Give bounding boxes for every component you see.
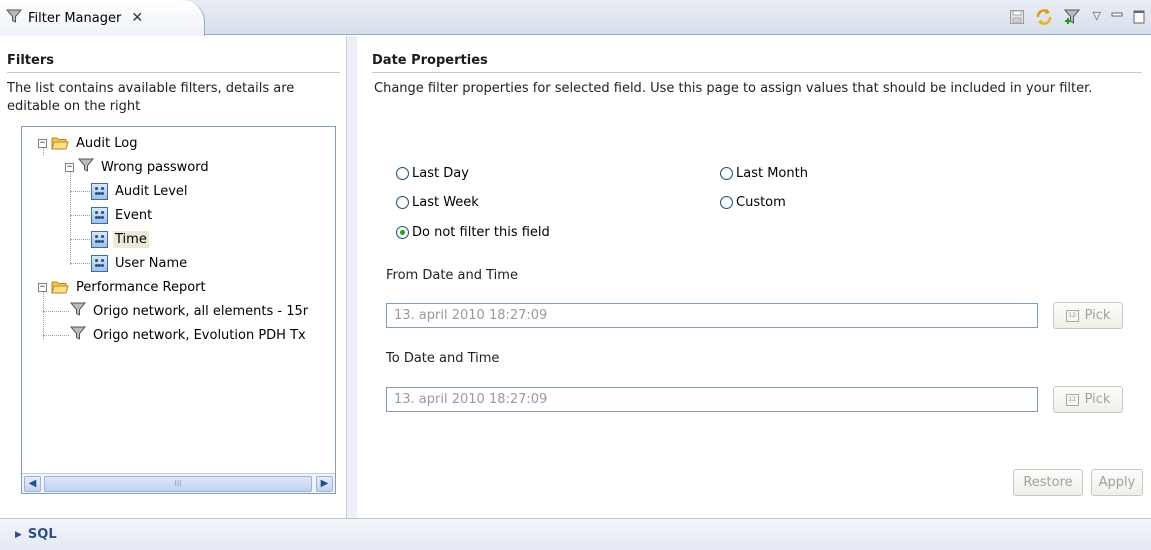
radio-custom[interactable]: Custom <box>720 195 786 210</box>
tree-node-origo-all-elements[interactable]: Origo network, all elements - 15r <box>69 301 310 321</box>
restore-button[interactable]: Restore <box>1013 469 1083 496</box>
collapse-icon[interactable]: − <box>65 162 74 172</box>
radio-circle <box>720 167 733 180</box>
tree-node-performance-report[interactable]: − Performance Report <box>38 277 208 297</box>
radio-label: Last Month <box>736 166 808 181</box>
tree-horizontal-scrollbar[interactable]: ◀ III ▶ <box>22 473 335 493</box>
funnel-icon <box>69 325 87 345</box>
from-pick-button[interactable]: 12 Pick <box>1053 302 1123 329</box>
tree-node-label: Wrong password <box>101 159 209 175</box>
funnel-icon <box>69 301 87 321</box>
date-properties-description: Change filter properties for selected fi… <box>374 81 1093 96</box>
funnel-icon <box>5 8 23 28</box>
radio-circle <box>396 167 409 180</box>
field-icon <box>91 230 108 248</box>
filters-description-line1: The list contains available filters, det… <box>7 81 295 96</box>
view-tab-bar: Filter Manager ✕ ▽ <box>0 0 1151 36</box>
tree-node-wrong-password[interactable]: − Wrong password <box>65 157 211 177</box>
radio-circle <box>720 196 733 209</box>
tree-node-label: Audit Level <box>115 183 188 199</box>
pick-label: Pick <box>1084 392 1111 407</box>
radio-label: Do not filter this field <box>412 225 550 240</box>
filter-tree[interactable]: − Audit Log − Wrong password Audit Level… <box>21 126 336 494</box>
tree-node-time[interactable]: Time <box>91 229 149 249</box>
pane-splitter[interactable] <box>347 36 357 518</box>
tree-node-label: User Name <box>115 255 188 271</box>
from-date-label: From Date and Time <box>386 268 518 283</box>
sql-section-bar: ▶ SQL <box>0 518 1151 550</box>
sql-toggle[interactable]: ▶ SQL <box>15 527 57 542</box>
view-menu-icon[interactable]: ▽ <box>1093 9 1101 22</box>
maximize-icon[interactable] <box>1133 10 1145 28</box>
field-icon <box>91 206 108 224</box>
date-properties-divider <box>372 72 1142 73</box>
radio-last-day[interactable]: Last Day <box>396 166 469 181</box>
to-date-label: To Date and Time <box>386 351 500 366</box>
field-icon <box>91 254 108 272</box>
radio-label: Last Week <box>412 195 479 210</box>
radio-circle-selected <box>396 226 409 239</box>
filters-title: Filters <box>7 53 54 68</box>
expand-arrow-icon: ▶ <box>15 529 22 540</box>
to-pick-button[interactable]: 12 Pick <box>1053 386 1123 413</box>
tree-connector <box>43 311 69 312</box>
sql-label: SQL <box>27 527 57 542</box>
filters-divider <box>7 72 340 73</box>
date-properties-title: Date Properties <box>372 53 488 68</box>
radio-last-week[interactable]: Last Week <box>396 195 479 210</box>
tree-connector <box>70 239 90 240</box>
scroll-right-icon[interactable]: ▶ <box>316 476 333 492</box>
refresh-icon[interactable] <box>1035 8 1053 30</box>
tree-connector <box>70 215 90 216</box>
tree-node-audit-log[interactable]: − Audit Log <box>38 133 139 153</box>
tree-node-label: Time <box>113 230 149 248</box>
calendar-icon: 12 <box>1065 309 1079 322</box>
filters-description-line2: editable on the right <box>7 99 141 114</box>
tree-node-label: Performance Report <box>76 279 206 295</box>
scroll-left-icon[interactable]: ◀ <box>24 476 41 492</box>
from-date-input[interactable] <box>386 303 1038 328</box>
tree-connector <box>70 263 90 264</box>
save-icon[interactable] <box>1009 9 1025 29</box>
tree-node-label: Origo network, all elements - 15r <box>93 303 309 319</box>
tree-node-origo-evolution-pdh[interactable]: Origo network, Evolution PDH Tx <box>69 325 308 345</box>
folder-icon <box>51 136 69 150</box>
tab-title: Filter Manager <box>28 10 122 26</box>
tree-connector <box>70 191 90 192</box>
minimize-icon[interactable] <box>1111 11 1123 27</box>
apply-button[interactable]: Apply <box>1091 469 1143 496</box>
date-properties-pane: Date Properties Change filter properties… <box>357 36 1151 518</box>
tree-connector <box>70 163 71 265</box>
close-icon[interactable]: ✕ <box>131 10 143 26</box>
tree-node-event[interactable]: Event <box>91 205 154 225</box>
new-filter-icon[interactable] <box>1063 7 1083 31</box>
tree-node-label: Origo network, Evolution PDH Tx <box>93 327 306 343</box>
folder-icon <box>51 280 69 294</box>
field-icon <box>91 182 108 200</box>
scrollbar-thumb[interactable]: III <box>44 476 312 492</box>
to-date-input[interactable] <box>386 387 1038 412</box>
filters-description: The list contains available filters, det… <box>7 80 294 116</box>
tree-node-label: Event <box>115 207 153 223</box>
tree-connector <box>43 335 69 336</box>
tree-node-label: Audit Log <box>76 135 138 151</box>
tab-filter-manager[interactable]: Filter Manager ✕ <box>0 0 205 36</box>
radio-do-not-filter[interactable]: Do not filter this field <box>396 225 550 240</box>
collapse-icon[interactable]: − <box>38 138 47 148</box>
radio-last-month[interactable]: Last Month <box>720 166 808 181</box>
radio-label: Custom <box>736 195 786 210</box>
tree-node-audit-level[interactable]: Audit Level <box>91 181 190 201</box>
collapse-icon[interactable]: − <box>38 282 47 292</box>
tree-node-user-name[interactable]: User Name <box>91 253 189 273</box>
pick-label: Pick <box>1084 308 1111 323</box>
radio-label: Last Day <box>412 166 469 181</box>
funnel-icon <box>77 157 95 177</box>
radio-circle <box>396 196 409 209</box>
calendar-icon: 12 <box>1065 393 1079 406</box>
